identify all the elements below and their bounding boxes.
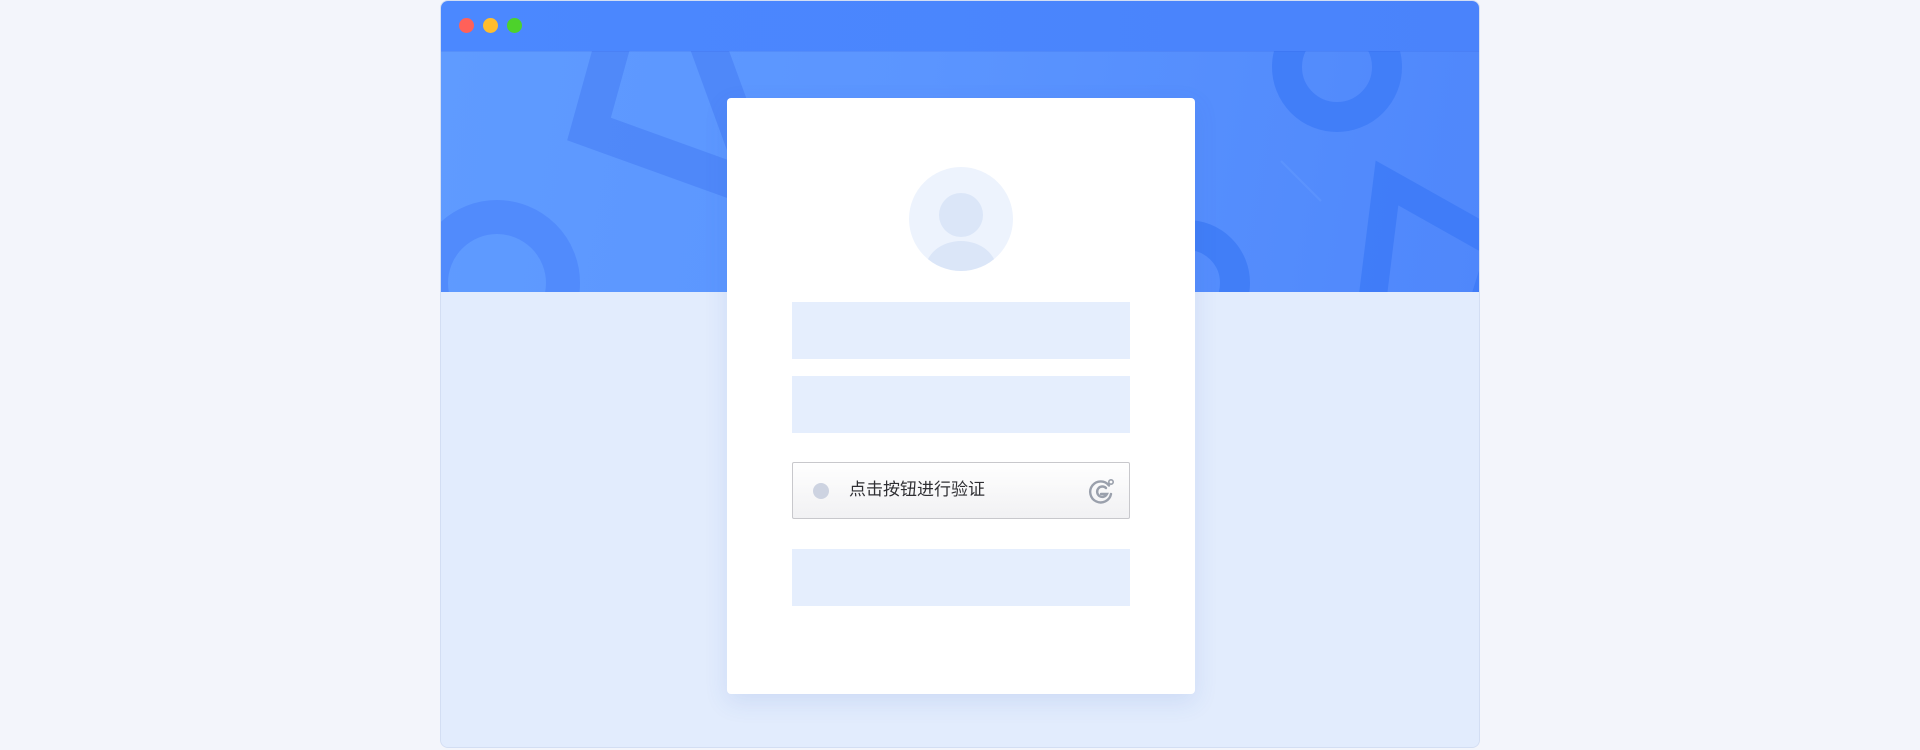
username-field-placeholder[interactable] xyxy=(792,302,1130,359)
user-avatar-icon xyxy=(909,167,1013,271)
captcha-label: 点击按钮进行验证 xyxy=(849,480,985,500)
avatar-head xyxy=(939,193,983,237)
browser-window: 点击按钮进行验证 xyxy=(440,0,1480,748)
avatar-body xyxy=(925,241,997,271)
captcha-logo-icon xyxy=(1089,478,1114,504)
password-field-placeholder[interactable] xyxy=(792,376,1130,433)
submit-button-placeholder[interactable] xyxy=(792,549,1130,606)
window-maximize-button[interactable] xyxy=(507,18,522,33)
window-title-bar xyxy=(441,1,1479,51)
login-card: 点击按钮进行验证 xyxy=(727,98,1195,694)
window-minimize-button[interactable] xyxy=(483,18,498,33)
captcha-status-dot xyxy=(813,483,829,499)
window-close-button[interactable] xyxy=(459,18,474,33)
captcha-verify-button[interactable]: 点击按钮进行验证 xyxy=(792,462,1130,519)
